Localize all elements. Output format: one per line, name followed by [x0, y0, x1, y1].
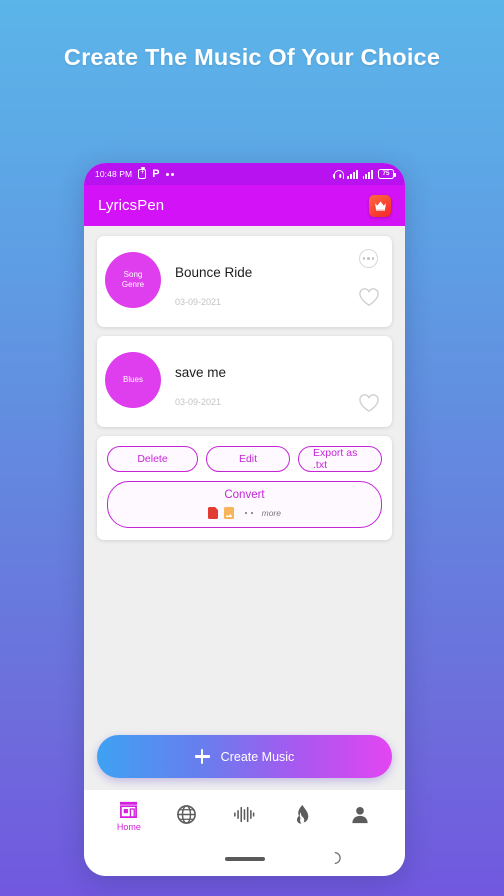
- battery-percent-label: 75: [382, 169, 390, 177]
- signal-bars-icon: [362, 170, 373, 179]
- crown-icon: [374, 201, 386, 211]
- genre-badge: Song Genre: [105, 252, 161, 308]
- premium-button[interactable]: [369, 194, 391, 217]
- convert-format-icons: more: [108, 507, 381, 519]
- more-options-button[interactable]: [359, 249, 378, 268]
- flame-icon: [296, 805, 309, 824]
- back-arc-icon[interactable]: [329, 850, 345, 866]
- create-music-container: Create Music: [97, 735, 392, 778]
- song-title: save me: [175, 365, 227, 380]
- nav-item-profile[interactable]: [331, 805, 389, 828]
- app-title: LyricsPen: [98, 197, 165, 214]
- create-music-label: Create Music: [220, 749, 295, 764]
- pdf-file-icon[interactable]: [208, 507, 219, 519]
- favorite-heart-icon[interactable]: [358, 287, 380, 307]
- phone-frame: 10:48 PM P 75 LyricsPen Song: [84, 163, 405, 876]
- delete-button[interactable]: Delete: [107, 446, 198, 472]
- convert-label: Convert: [224, 489, 265, 501]
- genre-label-line1: Blues: [122, 375, 143, 384]
- status-bar-left: 10:48 PM P: [95, 167, 175, 180]
- app-bar: LyricsPen: [84, 185, 405, 226]
- create-music-button[interactable]: Create Music: [97, 735, 392, 778]
- status-bar-right: 75: [333, 169, 396, 179]
- action-button-row: Delete Edit Export as .txt: [107, 446, 382, 472]
- store-home-icon: [120, 801, 138, 818]
- system-navigation-bar: [84, 842, 405, 876]
- list-item[interactable]: Blues save me 03-09-2021: [97, 336, 392, 427]
- nav-item-trending[interactable]: [273, 804, 331, 828]
- song-title: Bounce Ride: [175, 265, 253, 280]
- audio-waveform-icon: [234, 806, 255, 823]
- home-pill-indicator[interactable]: [224, 857, 265, 861]
- p-app-icon: P: [152, 167, 160, 180]
- plus-icon: [194, 749, 210, 764]
- signal-bars-icon: [347, 170, 358, 179]
- battery-saver-icon: [138, 167, 147, 179]
- song-date: 03-09-2021: [175, 297, 222, 307]
- convert-button[interactable]: Convert more: [107, 481, 382, 528]
- content-area: Song Genre Bounce Ride 03-09-2021 Blues …: [84, 226, 405, 790]
- globe-icon: [177, 805, 197, 824]
- export-txt-button[interactable]: Export as .txt: [298, 446, 382, 472]
- separator-dots-icon: [245, 512, 253, 514]
- nav-label-home: Home: [116, 822, 141, 832]
- nav-item-waveform[interactable]: [216, 805, 274, 827]
- genre-badge: Blues: [105, 352, 161, 408]
- more-formats-label[interactable]: more: [262, 508, 281, 518]
- battery-icon: 75: [378, 169, 396, 179]
- genre-label-line1: Song: [123, 270, 143, 279]
- status-bar: 10:48 PM P 75: [84, 163, 405, 185]
- nav-item-home[interactable]: Home: [100, 800, 158, 832]
- page-title: Create The Music Of Your Choice: [63, 44, 441, 70]
- action-panel: Delete Edit Export as .txt Convert more: [97, 436, 392, 540]
- headphone-icon: [333, 170, 344, 179]
- nav-item-globe[interactable]: [158, 804, 216, 828]
- person-icon: [352, 806, 368, 823]
- image-file-icon[interactable]: [224, 507, 235, 519]
- song-date: 03-09-2021: [175, 397, 222, 407]
- status-time: 10:48 PM: [95, 169, 133, 179]
- list-item[interactable]: Song Genre Bounce Ride 03-09-2021: [97, 236, 392, 327]
- edit-button[interactable]: Edit: [206, 446, 290, 472]
- bottom-navigation: Home: [84, 790, 405, 842]
- favorite-heart-icon[interactable]: [358, 393, 380, 413]
- genre-label-line2: Genre: [121, 280, 145, 289]
- notification-dots-icon: [165, 172, 175, 176]
